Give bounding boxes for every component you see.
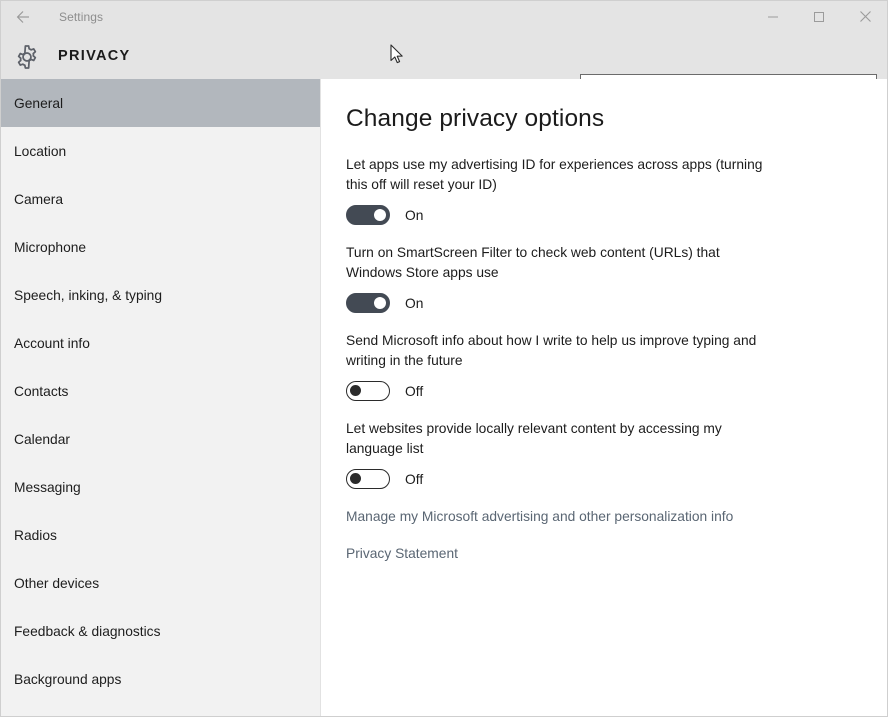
toggle-state-label: Off (405, 384, 423, 399)
setting-label: Turn on SmartScreen Filter to check web … (346, 243, 778, 283)
toggle-state-label: On (405, 208, 423, 223)
settings-window: Settings (0, 0, 888, 717)
setting-language-list: Let websites provide locally relevant co… (346, 419, 778, 491)
sidebar-item-microphone[interactable]: Microphone (1, 223, 320, 271)
sidebar-item-label: Feedback & diagnostics (14, 624, 160, 639)
minimize-icon (767, 11, 779, 23)
sidebar-item-label: General (14, 96, 63, 111)
sidebar-item-label: Speech, inking, & typing (14, 288, 162, 303)
window-title: Settings (59, 10, 103, 24)
sidebar-item-camera[interactable]: Camera (1, 175, 320, 223)
sidebar-item-label: Background apps (14, 672, 121, 687)
sidebar-item-radios[interactable]: Radios (1, 511, 320, 559)
sidebar-item-label: Calendar (14, 432, 70, 447)
gear-icon-svg (13, 43, 41, 71)
sidebar-item-feedback-diagnostics[interactable]: Feedback & diagnostics (1, 607, 320, 655)
sidebar-item-other-devices[interactable]: Other devices (1, 559, 320, 607)
setting-label: Let websites provide locally relevant co… (346, 419, 778, 459)
toggle-row: Off (346, 467, 778, 491)
toggle-language-list[interactable] (346, 469, 390, 489)
sidebar-item-contacts[interactable]: Contacts (1, 367, 320, 415)
setting-label: Send Microsoft info about how I write to… (346, 331, 778, 371)
page-header: PRIVACY (1, 33, 888, 79)
caption-buttons (750, 1, 888, 32)
content-heading: Change privacy options (346, 105, 887, 133)
titlebar: Settings (1, 1, 888, 33)
setting-smartscreen-filter: Turn on SmartScreen Filter to check web … (346, 243, 778, 315)
sidebar-item-label: Account info (14, 336, 90, 351)
toggle-typing-info[interactable] (346, 381, 390, 401)
toggle-advertising-id[interactable] (346, 205, 390, 225)
link-manage-advertising[interactable]: Manage my Microsoft advertising and othe… (346, 509, 887, 524)
sidebar-item-label: Location (14, 144, 66, 159)
close-icon (859, 10, 872, 23)
toggle-knob (374, 209, 386, 221)
sidebar-item-speech-inking-typing[interactable]: Speech, inking, & typing (1, 271, 320, 319)
toggle-smartscreen-filter[interactable] (346, 293, 390, 313)
close-button[interactable] (842, 1, 888, 32)
sidebar-item-label: Messaging (14, 480, 81, 495)
toggle-knob (374, 297, 386, 309)
sidebar[interactable]: General Location Camera Microphone Speec… (1, 79, 321, 716)
minimize-button[interactable] (750, 1, 796, 32)
maximize-button[interactable] (796, 1, 842, 32)
toggle-row: On (346, 203, 778, 227)
sidebar-item-label: Radios (14, 528, 57, 543)
sidebar-item-calendar[interactable]: Calendar (1, 415, 320, 463)
sidebar-item-label: Other devices (14, 576, 99, 591)
sidebar-item-label: Contacts (14, 384, 68, 399)
sidebar-item-label: Microphone (14, 240, 86, 255)
back-button[interactable] (1, 2, 45, 33)
page-title: PRIVACY (58, 48, 130, 64)
sidebar-item-messaging[interactable]: Messaging (1, 463, 320, 511)
setting-typing-info: Send Microsoft info about how I write to… (346, 331, 778, 403)
toggle-knob (350, 385, 361, 396)
back-arrow-icon (14, 8, 32, 26)
toggle-row: On (346, 291, 778, 315)
gear-icon[interactable] (13, 43, 41, 71)
setting-label: Let apps use my advertising ID for exper… (346, 155, 778, 195)
toggle-state-label: On (405, 296, 423, 311)
setting-advertising-id: Let apps use my advertising ID for exper… (346, 155, 778, 227)
toggle-knob (350, 473, 361, 484)
maximize-icon (813, 11, 825, 23)
sidebar-item-account-info[interactable]: Account info (1, 319, 320, 367)
sidebar-item-background-apps[interactable]: Background apps (1, 655, 320, 703)
sidebar-item-general[interactable]: General (1, 79, 320, 127)
main-content: Change privacy options Let apps use my a… (322, 79, 887, 716)
toggle-state-label: Off (405, 472, 423, 487)
toggle-row: Off (346, 379, 778, 403)
link-privacy-statement[interactable]: Privacy Statement (346, 546, 887, 561)
sidebar-item-label: Camera (14, 192, 63, 207)
sidebar-item-location[interactable]: Location (1, 127, 320, 175)
